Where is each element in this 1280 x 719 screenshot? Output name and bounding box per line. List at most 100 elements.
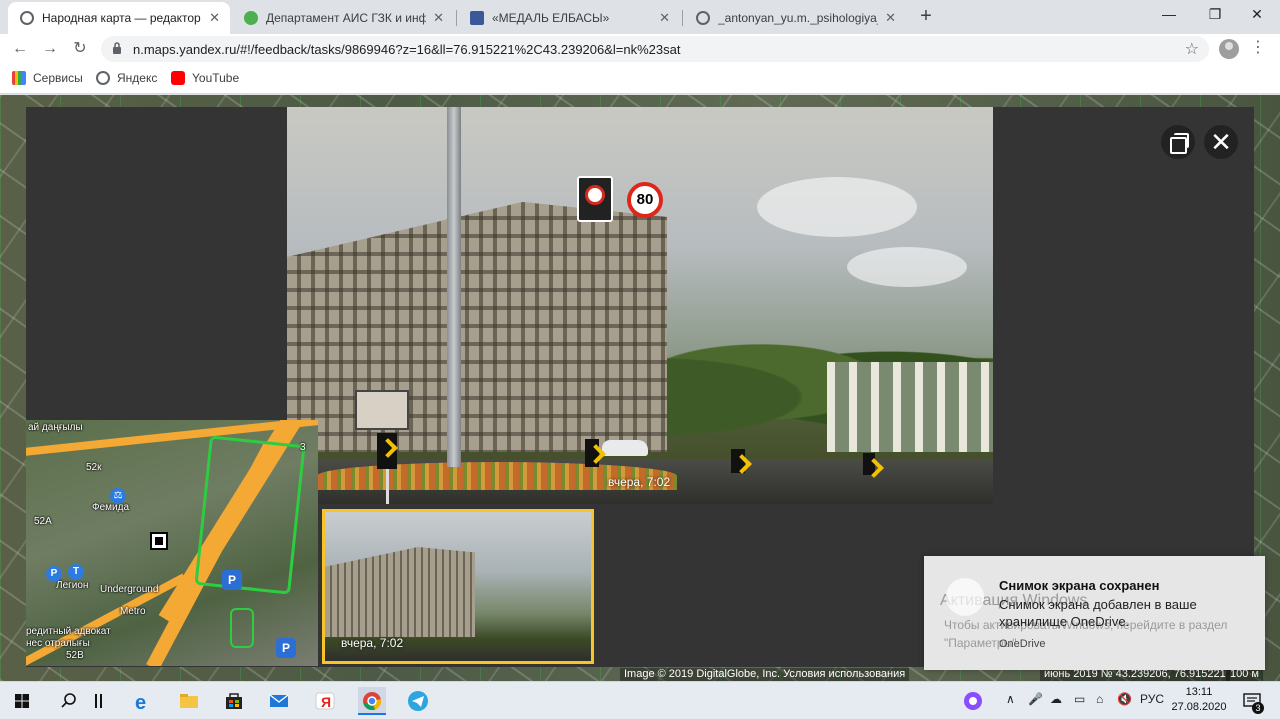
car xyxy=(602,440,648,456)
svg-text:Я: Я xyxy=(321,694,331,710)
alice-assistant-icon[interactable] xyxy=(959,687,987,715)
building xyxy=(325,547,475,637)
new-tab-button[interactable]: + xyxy=(914,5,938,29)
globe-icon xyxy=(96,71,110,85)
map-poi-icon[interactable]: ⚖ xyxy=(110,488,126,504)
parking-icon[interactable]: P xyxy=(276,638,296,658)
tab-yandex-map-editor[interactable]: Народная карта — редактор Ян ✕ xyxy=(8,2,230,34)
photo-thumbnail-selected[interactable]: вчера, 7:02 xyxy=(322,509,594,664)
detected-sign-marker[interactable] xyxy=(577,176,613,222)
address-bar[interactable]: n.maps.yandex.ru/#!/feedback/tasks/98699… xyxy=(101,36,1209,62)
thumbnail-time: вчера, 7:02 xyxy=(341,636,404,650)
input-language[interactable]: РУС xyxy=(1140,692,1164,706)
map-poi-icon[interactable]: P xyxy=(46,566,62,582)
notification-body: Снимок экрана добавлен в ваше хранилище … xyxy=(999,597,1197,629)
location-pin-icon xyxy=(20,11,34,25)
tab-label: _antonyan_yu.m._psihologiya_pre xyxy=(718,11,878,25)
mini-map[interactable]: ай даңғылы 52к Фемида 52А Легион Undergr… xyxy=(26,420,318,666)
network-icon[interactable]: ⌂ xyxy=(1096,692,1103,706)
cloud xyxy=(847,247,967,287)
onedrive-icon xyxy=(946,578,984,616)
close-tab-icon[interactable]: ✕ xyxy=(659,10,670,26)
active-app-indicator xyxy=(358,713,386,715)
globe-icon xyxy=(244,11,258,25)
minimize-button[interactable]: — xyxy=(1146,4,1192,26)
edge-browser-icon[interactable]: e xyxy=(129,687,157,715)
notification-source: OneDrive xyxy=(999,638,1046,650)
store-icon[interactable] xyxy=(220,687,248,715)
map-label: Легион xyxy=(56,580,89,591)
browser-tab-strip: Народная карта — редактор Ян ✕ Департаме… xyxy=(0,0,1280,34)
profile-avatar[interactable] xyxy=(1219,39,1239,59)
chevron-sign xyxy=(863,453,875,475)
bookmark-services[interactable]: Сервисы xyxy=(12,71,83,85)
show-hidden-icons-icon[interactable]: ∧ xyxy=(1006,692,1015,706)
reload-icon[interactable]: ↻ xyxy=(68,38,92,60)
yandex-browser-icon[interactable]: Я xyxy=(311,687,339,715)
close-viewer-button[interactable]: ✕ xyxy=(1204,125,1238,159)
park-outline xyxy=(230,608,254,648)
map-label: нес отралығы xyxy=(26,638,90,649)
search-icon[interactable] xyxy=(55,687,83,715)
action-center-icon[interactable]: 3 xyxy=(1238,687,1266,715)
back-arrow-icon[interactable]: ← xyxy=(8,38,32,60)
system-clock[interactable]: 13:11 27.08.2020 xyxy=(1170,685,1228,715)
telegram-icon[interactable] xyxy=(404,687,432,715)
map-label: 52к xyxy=(86,462,102,473)
battery-icon[interactable]: ▭ xyxy=(1074,692,1085,706)
mail-icon[interactable] xyxy=(265,687,293,715)
tab-divider xyxy=(682,10,683,26)
light-pole xyxy=(447,107,461,467)
microphone-icon[interactable]: 🎤 xyxy=(1028,692,1043,706)
close-tab-icon[interactable]: ✕ xyxy=(209,10,220,26)
svg-text:e: e xyxy=(135,692,146,714)
tab-medal-elbasy[interactable]: «МЕДАЛЬ ЕЛБАСЫ» ✕ xyxy=(458,2,680,34)
map-poi-icon[interactable]: T xyxy=(68,564,84,580)
speed-limit-badge[interactable]: 80 xyxy=(627,182,663,218)
chrome-icon[interactable] xyxy=(358,687,386,715)
close-tab-icon[interactable]: ✕ xyxy=(433,10,444,26)
clock-time: 13:11 xyxy=(1185,686,1213,698)
map-label: редитный адвокат xyxy=(26,626,111,637)
close-window-button[interactable]: ✕ xyxy=(1234,4,1280,26)
tab-department-ais[interactable]: Департамент АИС ГЗК и инфор ✕ xyxy=(232,2,454,34)
parking-icon[interactable]: P xyxy=(222,570,242,590)
maximize-button[interactable]: ❐ xyxy=(1192,4,1238,26)
screenshot-saved-notification[interactable]: Активация Windows Чтобы активировать Win… xyxy=(924,556,1265,670)
task-view-icon[interactable] xyxy=(85,687,113,715)
notification-title: Снимок экрана сохранен xyxy=(999,578,1160,593)
notification-count-badge: 3 xyxy=(1252,702,1264,714)
map-label: ай даңғылы xyxy=(28,422,83,433)
bookmark-label: Сервисы xyxy=(33,71,83,85)
bookmark-star-icon[interactable]: ☆ xyxy=(1185,39,1199,59)
more-menu-icon[interactable]: ⋮ xyxy=(1250,40,1266,56)
tab-label: Народная карта — редактор Ян xyxy=(42,11,202,25)
map-label: Metro xyxy=(120,606,146,617)
file-explorer-icon[interactable] xyxy=(175,687,203,715)
bookmarks-bar: Сервисы Яндекс YouTube xyxy=(0,64,1280,94)
close-tab-icon[interactable]: ✕ xyxy=(885,10,896,26)
current-position-marker xyxy=(150,532,168,550)
apps-grid-icon xyxy=(12,71,26,85)
map-label: 3 xyxy=(300,442,306,453)
browser-toolbar: ← → ↻ n.maps.yandex.ru/#!/feedback/tasks… xyxy=(0,34,1280,64)
building-floors xyxy=(287,202,667,452)
lock-icon xyxy=(113,42,121,54)
billboard xyxy=(355,390,409,430)
copy-icon[interactable] xyxy=(1161,125,1195,159)
clock-date: 27.08.2020 xyxy=(1171,701,1227,713)
chevron-sign xyxy=(377,433,397,469)
bookmark-youtube[interactable]: YouTube xyxy=(171,71,239,85)
forward-arrow-icon[interactable]: → xyxy=(38,38,62,60)
main-street-photo[interactable]: 80 вчера, 7:02 xyxy=(287,107,993,504)
volume-muted-icon[interactable]: 🔇 xyxy=(1117,692,1132,706)
tab-psihologiya-doc[interactable]: _antonyan_yu.m._psihologiya_pre ✕ xyxy=(684,2,906,34)
onedrive-tray-icon[interactable]: ☁ xyxy=(1050,692,1062,706)
url-text: n.maps.yandex.ru/#!/feedback/tasks/98699… xyxy=(133,42,681,57)
map-label: Фемида xyxy=(92,502,130,513)
map-copyright[interactable]: Image © 2019 DigitalGlobe, Inc. Условия … xyxy=(620,668,910,681)
windows-start-icon[interactable] xyxy=(8,687,36,715)
bookmark-yandex[interactable]: Яндекс xyxy=(96,71,157,85)
main-photo-time: вчера, 7:02 xyxy=(608,475,671,489)
tab-divider xyxy=(456,10,457,26)
